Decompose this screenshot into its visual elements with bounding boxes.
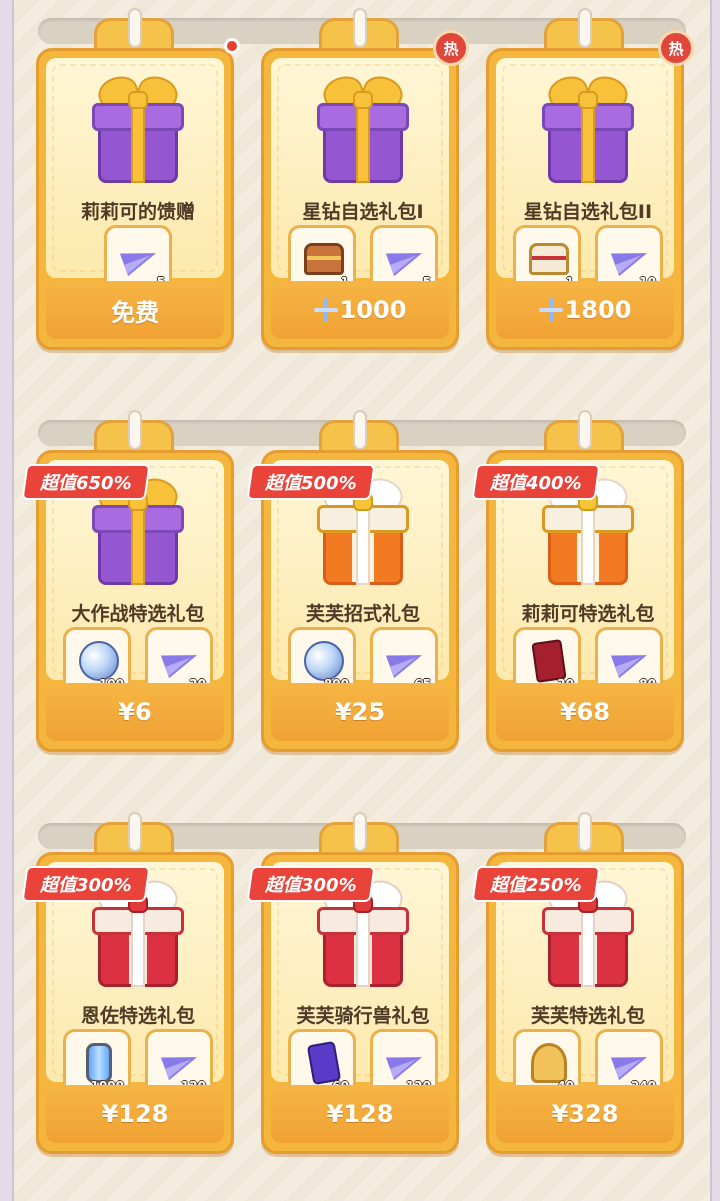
star-diamond-icon <box>539 298 563 322</box>
mount-ticket-icon <box>303 1040 345 1086</box>
crystal-orb-icon <box>78 640 120 682</box>
buy-button[interactable]: 1800 <box>496 281 674 339</box>
price-label: 1000 <box>339 296 407 324</box>
gold-chest-icon <box>528 238 570 280</box>
price-label: ¥6 <box>118 698 152 726</box>
paper-plane-icon <box>610 1042 652 1084</box>
value-ribbon-label: 超值500% <box>265 473 357 494</box>
price-label: ¥25 <box>334 698 386 726</box>
card-panel: 莉莉可的馈赠 5 免费 <box>36 48 234 350</box>
gift-pack-card[interactable]: 莉莉可特选礼包 20 80 ¥68 超值400% <box>471 420 684 752</box>
star-diamond-icon <box>314 298 338 322</box>
value-ribbon: 超值300% <box>21 866 151 902</box>
pack-name: 大作战特选礼包 <box>71 603 205 625</box>
red-card-icon <box>528 639 570 683</box>
pack-name: 星钻自选礼包I <box>302 201 424 223</box>
gift-pack-card[interactable]: 星钻自选礼包II 1 10 1800 热 <box>486 18 694 350</box>
gift-pack-card[interactable]: 恩佐特选礼包 1000 120 ¥128 超值300% <box>21 822 234 1154</box>
gift-box-icon <box>538 71 638 183</box>
value-ribbon-label: 超值400% <box>490 473 582 494</box>
paper-plane-icon <box>610 238 652 280</box>
pack-name: 莉莉可的馈赠 <box>80 201 195 223</box>
paper-plane-icon <box>160 1042 202 1084</box>
buy-button[interactable]: ¥6 <box>46 683 224 741</box>
paper-plane-icon <box>385 238 427 280</box>
paper-plane-icon <box>160 640 202 682</box>
card-panel: 星钻自选礼包I 1 5 1000 <box>261 48 459 350</box>
price-label: ¥128 <box>101 1100 169 1128</box>
value-ribbon: 超值250% <box>471 866 601 902</box>
buy-button[interactable]: 免费 <box>46 281 224 339</box>
treasure-chest-icon <box>303 238 345 280</box>
gift-pack-card[interactable]: 莉莉可的馈赠 5 免费 <box>36 18 240 350</box>
hanger-peg <box>128 8 142 48</box>
notification-dot <box>224 38 240 54</box>
value-ribbon: 超值500% <box>246 464 376 500</box>
paper-plane-icon <box>610 640 652 682</box>
price-label: 1800 <box>564 296 632 324</box>
hanger-peg <box>353 8 367 48</box>
hanger-peg <box>128 812 142 852</box>
pack-name: 芙芙招式礼包 <box>305 603 420 625</box>
value-ribbon: 超值650% <box>21 464 151 500</box>
buy-button[interactable]: ¥68 <box>496 683 674 741</box>
hanger-peg <box>578 812 592 852</box>
hanger-peg <box>353 410 367 450</box>
gift-box-icon <box>313 71 413 183</box>
hot-badge: 热 <box>658 30 694 66</box>
buy-button[interactable]: ¥128 <box>46 1085 224 1143</box>
paper-plane-icon <box>119 238 161 280</box>
energy-cylinder-icon <box>78 1042 120 1084</box>
buy-button[interactable]: ¥128 <box>271 1085 449 1143</box>
value-ribbon-label: 超值300% <box>265 875 357 896</box>
hanger-peg <box>578 8 592 48</box>
price-label: ¥328 <box>551 1100 619 1128</box>
lyre-icon <box>528 1042 570 1084</box>
value-ribbon: 超值300% <box>246 866 376 902</box>
buy-button[interactable]: 1000 <box>271 281 449 339</box>
hanger-peg <box>353 812 367 852</box>
gift-box-icon <box>88 71 188 183</box>
price-label: 免费 <box>111 298 159 327</box>
right-frame <box>710 0 720 1201</box>
gift-pack-card[interactable]: 芙芙特选礼包 40 240 ¥328 超值250% <box>471 822 684 1154</box>
pack-name: 星钻自选礼包II <box>523 201 653 223</box>
price-label: ¥68 <box>559 698 611 726</box>
pack-name: 芙芙骑行兽礼包 <box>296 1005 430 1027</box>
paper-plane-icon <box>385 1042 427 1084</box>
hanger-peg <box>128 410 142 450</box>
left-frame <box>0 0 14 1201</box>
buy-button[interactable]: ¥328 <box>496 1085 674 1143</box>
paper-plane-icon <box>385 640 427 682</box>
gift-pack-card[interactable]: 芙芙招式礼包 800 65 ¥25 超值500% <box>246 420 459 752</box>
pack-name: 恩佐特选礼包 <box>80 1005 195 1027</box>
value-ribbon: 超值400% <box>471 464 601 500</box>
buy-button[interactable]: ¥25 <box>271 683 449 741</box>
gift-pack-card[interactable]: 芙芙骑行兽礼包 60 120 ¥128 超值300% <box>246 822 459 1154</box>
crystal-orb-icon <box>303 640 345 682</box>
card-panel: 星钻自选礼包II 1 10 1800 <box>486 48 684 350</box>
pack-name: 莉莉可特选礼包 <box>521 603 655 625</box>
value-ribbon-label: 超值300% <box>40 875 132 896</box>
hanger-peg <box>578 410 592 450</box>
value-ribbon-label: 超值650% <box>40 473 132 494</box>
gift-pack-card[interactable]: 星钻自选礼包I 1 5 1000 热 <box>261 18 469 350</box>
value-ribbon-label: 超值250% <box>490 875 582 896</box>
hot-badge: 热 <box>433 30 469 66</box>
pack-name: 芙芙特选礼包 <box>530 1005 645 1027</box>
price-label: ¥128 <box>326 1100 394 1128</box>
gift-pack-card[interactable]: 大作战特选礼包 100 20 ¥6 超值650% <box>21 420 234 752</box>
